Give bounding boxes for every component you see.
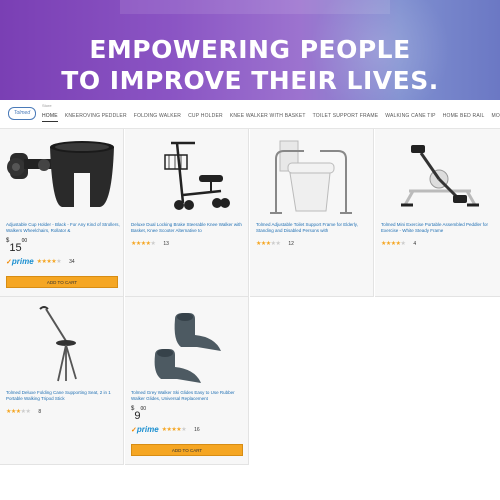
knee-walker-image[interactable] [125, 133, 249, 219]
product-title[interactable]: Tolmed Deluxe Folding Cane Supporting Se… [6, 390, 120, 402]
rating-row: ✓prime ★★★★★ 16 [131, 425, 200, 434]
rating-row: ★★★★★ 13 [131, 240, 169, 248]
star-rating[interactable]: ★★★★★ [37, 258, 62, 265]
prime-badge: ✓prime [6, 257, 34, 266]
product-title[interactable]: Adjustable Cup Holder - Black - For Any … [6, 222, 120, 234]
store-logo[interactable]: Tolmed [8, 107, 36, 120]
star-rating[interactable]: ★★★★★ [6, 408, 31, 415]
cup-holder-image[interactable] [0, 133, 124, 219]
review-count[interactable]: 16 [194, 427, 200, 433]
star-rating[interactable]: ★★★★★ [256, 240, 281, 247]
nav-item-home-bed-rail[interactable]: HOME BED RAIL [443, 113, 485, 122]
rating-row: ★★★★★ 4 [381, 240, 416, 248]
nav-item-more[interactable]: MORE [491, 113, 500, 122]
review-count[interactable]: 13 [163, 241, 169, 247]
review-count[interactable]: 12 [288, 241, 294, 247]
toilet-frame-image[interactable] [250, 133, 374, 219]
nav-item-cup-holder[interactable]: CUP HOLDER [188, 113, 223, 122]
review-count[interactable]: 8 [38, 409, 41, 415]
nav-item-walking-cane-tip[interactable]: WALKING CANE TIP [385, 113, 435, 122]
rating-row: ★★★★★ 8 [6, 408, 41, 416]
rating-row: ★★★★★ 12 [256, 240, 294, 248]
product-card: Tolmed Deluxe Folding Cane Supporting Se… [0, 297, 124, 465]
review-count[interactable]: 34 [69, 259, 75, 265]
pedal-exerciser-image[interactable] [375, 133, 499, 219]
product-price: $900 [131, 406, 147, 422]
store-navbar: Tolmed Store HOME KNEEROVING PEDDLER FOL… [0, 100, 500, 129]
add-to-cart-button[interactable]: ADD TO CART [6, 276, 118, 288]
product-card: Deluxe Dual Locking Brake Steerable Knee… [125, 129, 249, 297]
hero-banner: EMPOWERING PEOPLE TO IMPROVE THEIR LIVES… [0, 0, 500, 100]
add-to-cart-button[interactable]: ADD TO CART [131, 444, 243, 456]
walker-skis-image[interactable] [125, 301, 249, 387]
nav-item-folding-walker[interactable]: FOLDING WALKER [134, 113, 181, 122]
product-card: Tolmed Adjustable Toilet Support Frame f… [250, 129, 374, 297]
product-card: Tolmed Grey Walker Ski Glides Easy to Us… [125, 297, 249, 465]
rating-row: ✓prime ★★★★★ 34 [6, 257, 75, 266]
nav-item-toilet-support-frame[interactable]: TOILET SUPPORT FRAME [313, 113, 379, 122]
folding-cane-image[interactable] [0, 301, 124, 387]
product-title[interactable]: Tolmed Grey Walker Ski Glides Easy to Us… [131, 390, 245, 402]
hero-headline-line2: TO IMPROVE THEIR LIVES. [61, 66, 439, 95]
product-title[interactable]: Deluxe Dual Locking Brake Steerable Knee… [131, 222, 245, 234]
product-title[interactable]: Tolmed Adjustable Toilet Support Frame f… [256, 222, 370, 234]
star-rating[interactable]: ★★★★★ [162, 426, 187, 433]
nav-item-home[interactable]: HOME [42, 113, 58, 122]
store-sub-label: Store [42, 103, 52, 108]
star-rating[interactable]: ★★★★★ [131, 240, 156, 247]
nav-items: HOME KNEEROVING PEDDLER FOLDING WALKER C… [42, 113, 500, 122]
prime-badge: ✓prime [131, 425, 159, 434]
product-card: Tolmed Mini Exercise Portable Assembled … [375, 129, 500, 297]
product-card: Adjustable Cup Holder - Black - For Any … [0, 129, 124, 297]
hero-headline-line1: EMPOWERING PEOPLE [89, 35, 411, 64]
nav-item-knee-walker[interactable]: KNEE WALKER WITH BASKET [230, 113, 306, 122]
product-title[interactable]: Tolmed Mini Exercise Portable Assembled … [381, 222, 495, 234]
review-count[interactable]: 4 [413, 241, 416, 247]
nav-item-kneeroving-peddler[interactable]: KNEEROVING PEDDLER [65, 113, 127, 122]
star-rating[interactable]: ★★★★★ [381, 240, 406, 247]
product-price: $1500 [6, 238, 28, 254]
